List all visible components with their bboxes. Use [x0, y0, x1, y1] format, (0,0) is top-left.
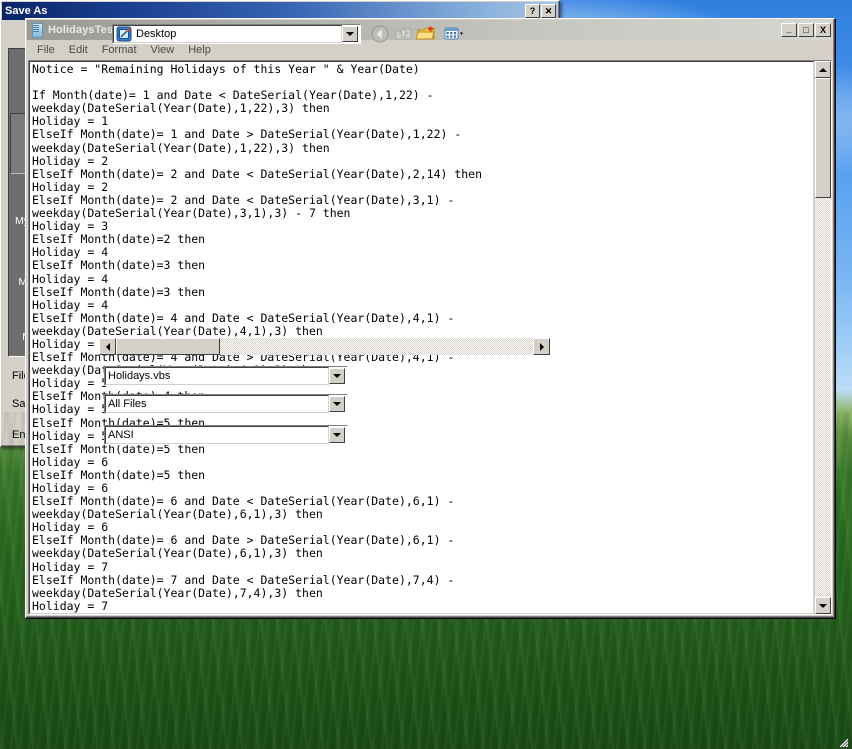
help-button[interactable]: ?	[525, 4, 540, 18]
save-in-dropdown[interactable]: Desktop	[112, 24, 361, 44]
scroll-thumb-horizontal[interactable]	[116, 338, 220, 355]
close-button[interactable]: X	[815, 23, 831, 37]
save-as-type-value: All Files	[108, 398, 147, 410]
up-one-level-button[interactable]	[392, 23, 415, 45]
save-in-value: Desktop	[136, 28, 177, 40]
close-icon: X	[819, 25, 826, 35]
menu-format[interactable]: Format	[95, 42, 144, 58]
arrow-down-glyph	[333, 374, 341, 378]
chevron-down-icon[interactable]	[329, 368, 345, 384]
arrow-up-icon	[819, 67, 827, 72]
back-button[interactable]	[369, 23, 392, 45]
scroll-track-horizontal[interactable]	[116, 338, 533, 355]
scroll-left-button[interactable]	[99, 338, 116, 355]
scroll-right-button[interactable]	[533, 338, 550, 355]
resize-grip[interactable]	[837, 735, 849, 748]
notepad-window: HolidaysTest.vbs - Notepad _ □ X File Ed…	[25, 18, 835, 618]
chevron-down-icon[interactable]	[329, 427, 345, 443]
arrow-down-glyph	[333, 402, 341, 406]
scroll-down-button[interactable]	[815, 597, 831, 614]
arrow-down-glyph	[333, 433, 341, 437]
chevron-down-icon[interactable]	[342, 26, 358, 42]
maximize-icon: □	[803, 25, 809, 35]
notepad-icon	[30, 23, 44, 38]
encoding-dropdown[interactable]: ANSI	[104, 425, 348, 445]
maximize-button[interactable]: □	[798, 23, 814, 37]
menu-file[interactable]: File	[30, 42, 62, 58]
chevron-down-icon[interactable]	[329, 396, 345, 412]
dialog-title: Save As	[5, 5, 48, 17]
scroll-thumb[interactable]	[815, 78, 831, 198]
scroll-track[interactable]	[815, 78, 831, 597]
notepad-window-controls: _ □ X	[781, 23, 831, 37]
menu-view[interactable]: View	[144, 42, 182, 58]
menu-edit[interactable]: Edit	[62, 42, 95, 58]
minimize-button[interactable]: _	[781, 23, 797, 37]
file-name-value: Holidays.vbs	[108, 370, 171, 382]
arrow-left-icon	[105, 342, 110, 351]
notepad-vertical-scrollbar[interactable]	[814, 61, 831, 614]
views-button[interactable]	[438, 23, 468, 45]
file-name-input[interactable]: Holidays.vbs	[104, 366, 348, 386]
close-icon[interactable]: ✕	[541, 4, 556, 18]
create-new-folder-button[interactable]	[415, 23, 438, 45]
encoding-value: ANSI	[108, 429, 134, 441]
save-as-type-dropdown[interactable]: All Files	[104, 394, 348, 414]
arrow-right-icon	[539, 342, 544, 351]
desktop-icon	[116, 26, 132, 42]
file-list-horizontal-scrollbar[interactable]	[99, 338, 550, 355]
scroll-up-button[interactable]	[815, 61, 831, 78]
desktop: HolidaysTest.vbs - Notepad _ □ X File Ed…	[0, 0, 852, 749]
menu-help[interactable]: Help	[181, 42, 218, 58]
arrow-down-glyph	[346, 32, 354, 36]
minimize-icon: _	[786, 24, 792, 34]
arrow-down-icon	[819, 603, 827, 608]
